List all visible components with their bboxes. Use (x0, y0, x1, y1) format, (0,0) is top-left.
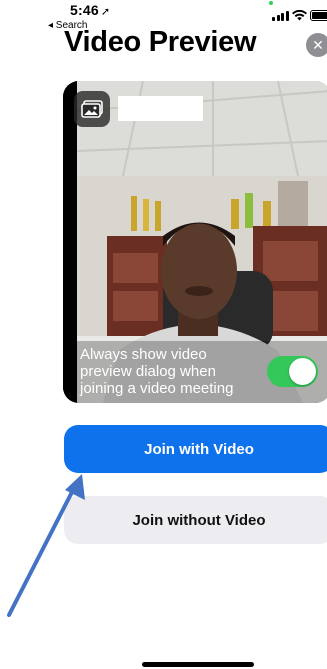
annotation-arrow (7, 474, 85, 617)
home-indicator[interactable] (142, 662, 254, 667)
